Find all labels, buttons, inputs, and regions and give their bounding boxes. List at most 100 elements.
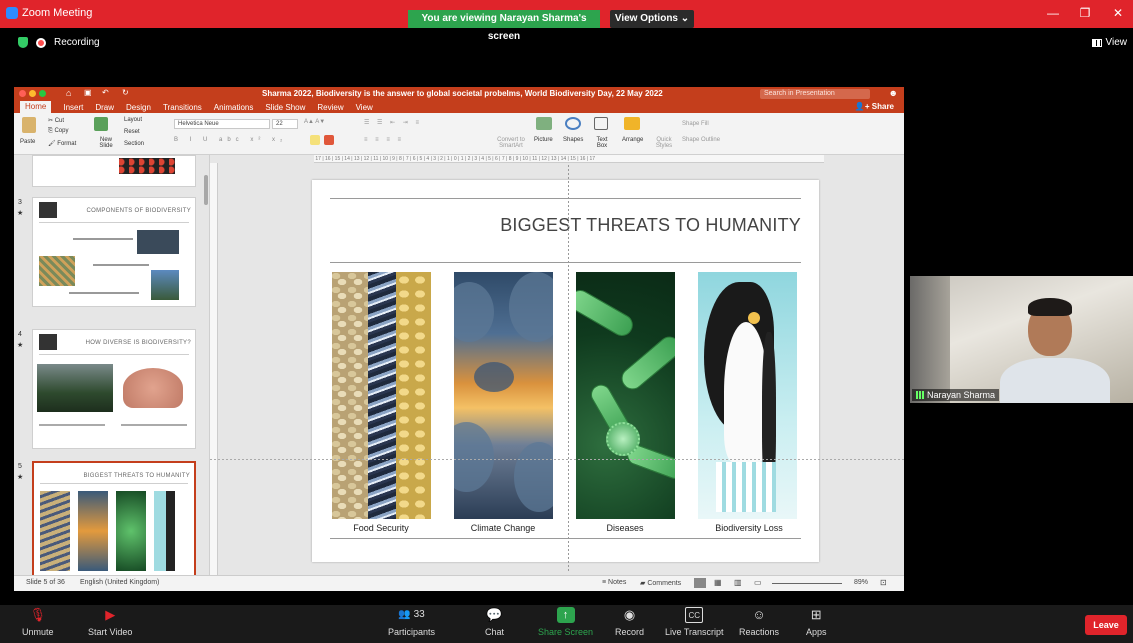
current-slide[interactable]: BIGGEST THREATS TO HUMANITY Food Securit…: [312, 180, 819, 562]
view-options-button[interactable]: View Options ⌄: [610, 10, 694, 28]
share-screen-button[interactable]: ↑ Share Screen: [538, 607, 593, 637]
slide-thumbnail-5[interactable]: BIGGEST THREATS TO HUMANITY: [32, 461, 196, 575]
search-input[interactable]: Search in Presentation: [760, 89, 870, 99]
tab-design[interactable]: Design: [126, 103, 151, 112]
zoom-dot-icon[interactable]: [39, 90, 46, 97]
leave-button[interactable]: Leave: [1085, 615, 1127, 635]
chat-label: Chat: [485, 627, 505, 637]
quick-styles-button[interactable]: Quick Styles: [652, 137, 676, 149]
paste-icon[interactable]: [22, 117, 36, 133]
text-box-icon[interactable]: [594, 117, 608, 130]
speaker-hair: [1028, 298, 1072, 316]
panel-label-climate-change: Climate Change: [470, 523, 536, 533]
thumbnail-scrollbar[interactable]: [204, 175, 208, 205]
language-label[interactable]: English (United Kingdom): [80, 579, 159, 586]
minimize-icon[interactable]: —: [1043, 6, 1063, 20]
align-buttons[interactable]: ≡ ≡ ≡ ≡: [364, 137, 404, 143]
tree-shape: [474, 362, 514, 392]
thumb-image: [37, 364, 113, 412]
comments-button[interactable]: ▰ Comments: [640, 579, 681, 587]
close-icon[interactable]: ✕: [1108, 6, 1128, 20]
tab-home[interactable]: Home: [20, 101, 52, 113]
picture-icon[interactable]: [536, 117, 552, 130]
new-slide-label[interactable]: New Slide: [96, 137, 116, 149]
shapes-icon[interactable]: [565, 117, 581, 130]
reactions-button[interactable]: ☺ Reactions: [739, 607, 779, 637]
save-icon[interactable]: ▣: [84, 88, 92, 97]
tab-transitions[interactable]: Transitions: [163, 103, 202, 112]
redo-icon[interactable]: ↻: [122, 88, 129, 97]
arrange-label[interactable]: Arrange: [622, 137, 643, 143]
tab-slide-show[interactable]: Slide Show: [265, 103, 305, 112]
tab-animations[interactable]: Animations: [214, 103, 254, 112]
shape-fill-button[interactable]: Shape Fill: [682, 121, 709, 127]
slide-sorter-icon[interactable]: ▦: [714, 578, 722, 587]
shape-outline-button[interactable]: Shape Outline: [682, 137, 720, 143]
text-box-label[interactable]: Text Box: [594, 137, 610, 149]
horizontal-guide: [210, 459, 904, 460]
picture-label[interactable]: Picture: [534, 137, 553, 143]
layout-button[interactable]: Layout: [124, 117, 142, 123]
record-label: Record: [615, 627, 645, 637]
cut-button[interactable]: ✂ Cut: [48, 117, 64, 124]
recording-indicator: Recording: [18, 37, 100, 48]
sunflower-seeds-strip: [368, 272, 396, 519]
start-video-button[interactable]: ▶ Start Video: [88, 607, 132, 637]
text-format-buttons[interactable]: B I U abc x² x₂: [174, 137, 287, 143]
slideshow-icon[interactable]: ▭: [754, 578, 762, 587]
view-button[interactable]: View: [1091, 37, 1127, 48]
font-size-buttons[interactable]: A▲ A▼: [304, 119, 325, 125]
live-transcript-button[interactable]: CC Live Transcript: [665, 607, 724, 637]
shield-icon[interactable]: [18, 37, 28, 48]
notes-button[interactable]: ≡ Notes: [602, 579, 626, 586]
unmute-button[interactable]: 🎙 Unmute: [22, 607, 54, 637]
slide-count: Slide 5 of 36: [26, 579, 65, 586]
fit-slide-icon[interactable]: ⊡: [880, 578, 887, 587]
diseases-image: [576, 272, 675, 519]
chat-button[interactable]: 💬 Chat: [485, 607, 504, 637]
normal-view-icon[interactable]: [694, 578, 706, 588]
cc-icon: CC: [685, 607, 704, 623]
list-buttons[interactable]: ☰ ☰ ⇤ ⇥ ≡: [364, 119, 422, 126]
tab-review[interactable]: Review: [317, 103, 343, 112]
font-name-select[interactable]: Helvetica Neue: [174, 119, 270, 129]
user-icon[interactable]: ☻: [889, 88, 898, 98]
thumb-image: [78, 491, 108, 571]
format-painter-button[interactable]: 🖌 Format: [48, 140, 76, 147]
font-size-select[interactable]: 22: [272, 119, 298, 129]
highlight-icon[interactable]: [310, 135, 320, 145]
share-button[interactable]: 👤+ Share: [855, 102, 894, 111]
panel-label-diseases: Diseases: [606, 523, 644, 533]
vertical-guide: [568, 165, 569, 573]
arrange-icon[interactable]: [624, 117, 640, 130]
section-button[interactable]: Section: [124, 141, 144, 147]
close-dot-icon[interactable]: [19, 90, 26, 97]
app-title: Zoom Meeting: [6, 7, 92, 19]
home-icon[interactable]: ⌂: [66, 88, 71, 98]
tab-view[interactable]: View: [356, 103, 373, 112]
minimize-dot-icon[interactable]: [29, 90, 36, 97]
zoom-slider[interactable]: [772, 583, 842, 584]
reading-view-icon[interactable]: ▥: [734, 578, 742, 587]
font-color-icon[interactable]: [324, 135, 334, 145]
thumb-image: [154, 491, 184, 571]
convert-smartart-button[interactable]: Convert to SmartArt: [496, 137, 526, 149]
speaker-name-tag: Narayan Sharma: [912, 389, 1000, 401]
apps-button[interactable]: ⊞ Apps: [806, 607, 827, 637]
slide-thumbnail-3[interactable]: COMPONENTS OF BIODIVERSITY: [32, 197, 196, 307]
record-button[interactable]: ◉ Record: [615, 607, 644, 637]
shapes-label[interactable]: Shapes: [563, 137, 583, 143]
new-slide-icon[interactable]: [94, 117, 108, 131]
participants-button[interactable]: 👥 33 Participants: [388, 607, 435, 637]
restore-icon[interactable]: ❐: [1075, 6, 1095, 20]
undo-icon[interactable]: ↶: [102, 88, 109, 97]
paste-label[interactable]: Paste: [20, 139, 35, 145]
tab-draw[interactable]: Draw: [95, 103, 114, 112]
tab-insert[interactable]: Insert: [63, 103, 83, 112]
slide-thumbnail-4[interactable]: HOW DIVERSE IS BIODIVERSITY?: [32, 329, 196, 449]
speaker-video-tile[interactable]: Narayan Sharma: [910, 276, 1133, 403]
copy-button[interactable]: ⎘ Copy: [48, 128, 68, 135]
slide-thumbnail-2[interactable]: [32, 155, 196, 187]
zoom-level[interactable]: 89%: [854, 579, 868, 586]
reset-button[interactable]: Reset: [124, 129, 140, 135]
